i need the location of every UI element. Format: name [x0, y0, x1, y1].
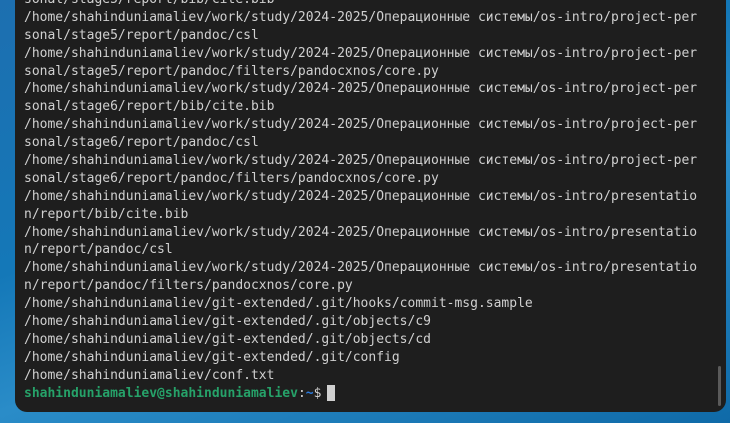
output-line: /home/shahinduniamaliev/work/study/2024-…	[24, 224, 698, 240]
output-line: /home/shahinduniamaliev/work/study/2024-…	[24, 153, 698, 169]
output-line: /home/shahinduniamaliev/conf.txt	[24, 367, 275, 383]
output-line: sonal/stage5/report/pandoc/filters/pando…	[24, 63, 439, 79]
prompt-user-host: shahinduniamaliev@shahinduniamaliev	[24, 385, 298, 401]
output-line: /home/shahinduniamaliev/git-extended/.gi…	[24, 349, 400, 365]
output-line: /home/shahinduniamaliev/git-extended/.gi…	[24, 331, 431, 347]
text-cursor	[327, 385, 336, 402]
prompt-path: ~	[305, 385, 314, 401]
output-line: sonal/stage5/report/bib/cite.bib	[24, 0, 710, 9]
scrollbar[interactable]	[718, 366, 721, 406]
terminal-output: sonal/stage5/report/bib/cite.bib/home/sh…	[24, 0, 710, 402]
prompt-line[interactable]: shahinduniamaliev@shahinduniamaliev:~$	[24, 385, 710, 403]
prompt-symbol: $	[313, 385, 322, 401]
output-line: /home/shahinduniamaliev/work/study/2024-…	[24, 9, 698, 25]
output-line: n/report/bib/cite.bib	[24, 206, 189, 222]
terminal-window[interactable]: sonal/stage5/report/bib/cite.bib/home/sh…	[15, 0, 726, 412]
output-line: /home/shahinduniamaliev/work/study/2024-…	[24, 81, 698, 97]
output-line: sonal/stage6/report/bib/cite.bib	[24, 99, 275, 115]
output-line: sonal/stage5/report/pandoc/csl	[24, 27, 259, 43]
output-line: /home/shahinduniamaliev/work/study/2024-…	[24, 260, 698, 276]
output-line: /home/shahinduniamaliev/git-extended/.gi…	[24, 314, 431, 330]
output-line: /home/shahinduniamaliev/git-extended/.gi…	[24, 296, 533, 312]
output-line: n/report/pandoc/csl	[24, 242, 173, 258]
prompt-separator: :	[297, 385, 306, 401]
output-line: /home/shahinduniamaliev/work/study/2024-…	[24, 45, 698, 61]
output-line: sonal/stage6/report/pandoc/filters/pando…	[24, 170, 439, 186]
output-line: n/report/pandoc/filters/pandocxnos/core.…	[24, 278, 353, 294]
output-line: /home/shahinduniamaliev/work/study/2024-…	[24, 117, 698, 133]
output-line: /home/shahinduniamaliev/work/study/2024-…	[24, 188, 698, 204]
output-line: sonal/stage6/report/pandoc/csl	[24, 135, 259, 151]
